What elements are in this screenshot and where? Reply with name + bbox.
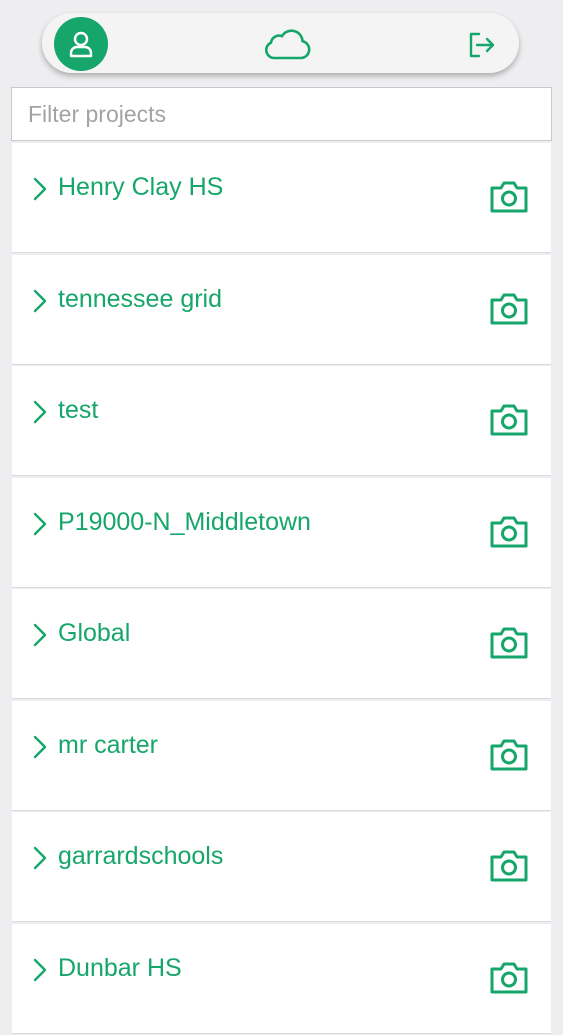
- project-row[interactable]: Dunbar HS: [12, 923, 551, 1033]
- project-row[interactable]: Henry Clay HS: [12, 143, 551, 252]
- chevron-right-icon[interactable]: [31, 399, 49, 425]
- project-name: garrardschools: [58, 842, 224, 870]
- top-bar: [42, 13, 519, 73]
- project-row[interactable]: P19000-N_Middletown: [12, 477, 551, 587]
- camera-icon[interactable]: [488, 402, 530, 438]
- chevron-right-icon[interactable]: [31, 845, 49, 871]
- profile-button[interactable]: [54, 17, 108, 71]
- camera-icon[interactable]: [488, 960, 530, 996]
- chevron-right-icon[interactable]: [31, 288, 49, 314]
- project-row[interactable]: Global: [12, 589, 551, 698]
- project-name: tennessee grid: [58, 284, 223, 313]
- camera-icon[interactable]: [488, 848, 530, 884]
- project-name: test: [58, 396, 99, 424]
- filter-projects-input[interactable]: [11, 87, 552, 141]
- logout-icon[interactable]: [466, 30, 496, 60]
- camera-icon[interactable]: [488, 291, 530, 327]
- chevron-right-icon[interactable]: [31, 957, 49, 983]
- user-icon: [69, 31, 93, 58]
- project-row[interactable]: garrardschools: [12, 812, 551, 921]
- cloud-icon: [264, 29, 311, 60]
- camera-icon[interactable]: [488, 737, 530, 773]
- chevron-right-icon[interactable]: [31, 511, 49, 537]
- camera-icon[interactable]: [488, 179, 530, 215]
- project-row[interactable]: tennessee grid: [12, 254, 551, 364]
- project-name: mr carter: [58, 730, 158, 759]
- project-name: Global: [58, 619, 131, 647]
- camera-icon[interactable]: [488, 514, 530, 550]
- project-name: Dunbar HS: [58, 953, 182, 982]
- project-name: P19000-N_Middletown: [58, 507, 311, 536]
- camera-icon[interactable]: [488, 625, 530, 661]
- project-row[interactable]: mr carter: [12, 700, 551, 810]
- project-name: Henry Clay HS: [58, 173, 224, 201]
- project-row[interactable]: test: [12, 366, 551, 475]
- project-list: Henry Clay HS tennessee grid test P19000…: [12, 143, 551, 1035]
- chevron-right-icon[interactable]: [31, 622, 49, 648]
- chevron-right-icon[interactable]: [31, 734, 49, 760]
- chevron-right-icon[interactable]: [31, 176, 49, 202]
